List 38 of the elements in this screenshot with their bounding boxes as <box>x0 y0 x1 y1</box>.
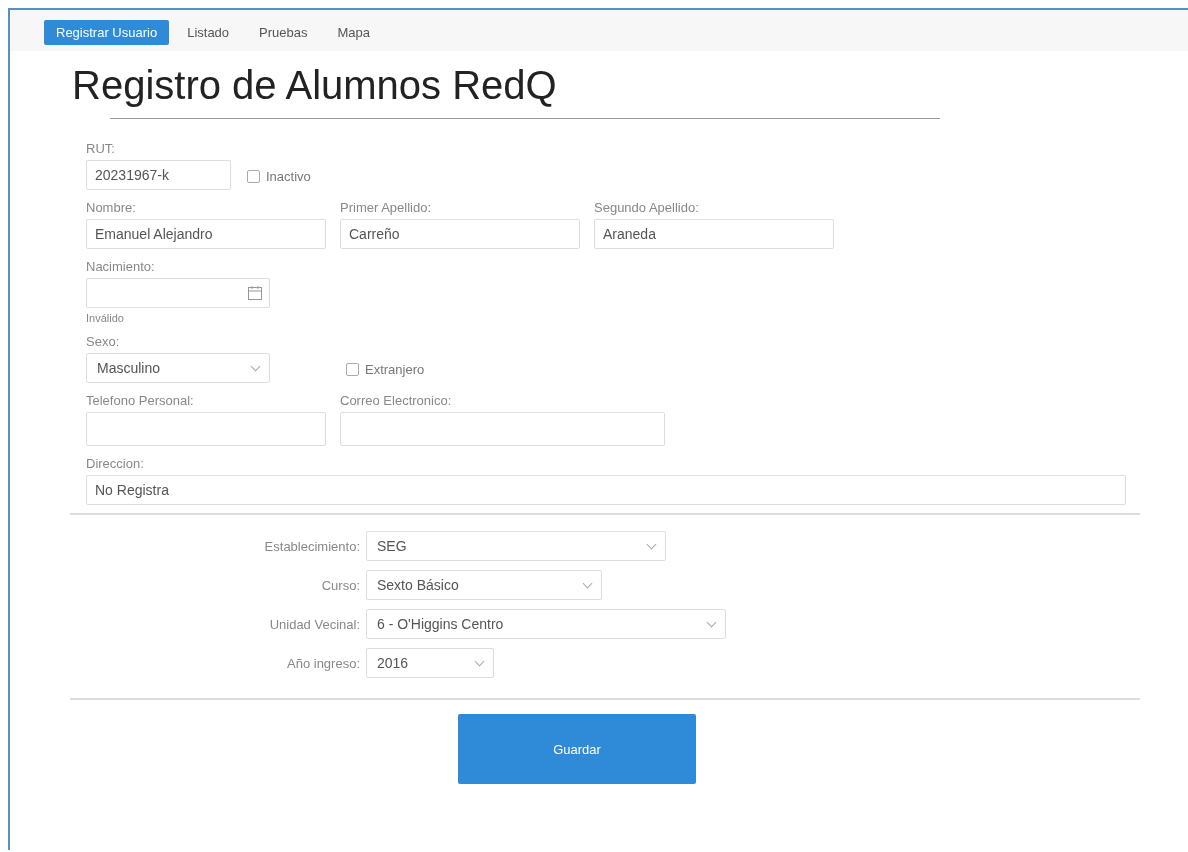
field-label: Primer Apellido: <box>340 200 433 215</box>
checkbox-label: Extranjero <box>365 362 425 377</box>
nav-tab[interactable]: Pruebas <box>247 20 320 45</box>
field-label: Direccion: <box>86 456 145 471</box>
field-label: Segundo Apellido: <box>594 200 700 215</box>
text-field[interactable]: Emanuel Alejandro <box>86 219 326 249</box>
checkbox-label: Inactivo <box>266 169 311 184</box>
field-label: RUT: <box>86 141 116 156</box>
sex-select[interactable]: Masculino <box>86 353 270 383</box>
nav-tab[interactable]: Mapa <box>325 20 383 45</box>
field-label: Telefono Personal: <box>86 393 195 408</box>
nav-tab[interactable]: Listado <box>175 20 242 45</box>
checkbox[interactable] <box>247 170 260 183</box>
date-field[interactable] <box>86 278 270 308</box>
field-label: Curso: <box>321 577 360 593</box>
address-field[interactable]: No Registra <box>86 475 1126 505</box>
nav-tab[interactable]: Registrar Usuario <box>44 20 170 45</box>
field-label: Nombre: <box>86 200 137 215</box>
field-label: Año ingreso: <box>287 655 360 671</box>
field-label: Unidad Vecinal: <box>269 616 360 632</box>
checkbox[interactable] <box>346 363 359 376</box>
text-field[interactable] <box>86 412 326 446</box>
dropdown[interactable]: SEG <box>366 531 666 561</box>
dropdown[interactable]: 2016 <box>366 648 494 678</box>
validation-message: Inválido <box>86 312 125 324</box>
page-title: Registro de Alumnos RedQ <box>72 63 558 108</box>
text-field[interactable]: Carreño <box>340 219 580 249</box>
calendar-icon[interactable] <box>247 285 263 301</box>
save-button[interactable]: Guardar <box>458 714 696 784</box>
field-label: Establecimiento: <box>264 538 360 554</box>
dropdown[interactable]: Sexto Básico <box>366 570 602 600</box>
text-field[interactable]: Araneda <box>594 219 834 249</box>
rut-field[interactable]: 20231967-k <box>86 160 231 190</box>
dropdown[interactable]: 6 - O'Higgins Centro <box>366 609 726 639</box>
text-field[interactable] <box>340 412 665 446</box>
field-label: Sexo: <box>86 334 121 349</box>
field-label: Nacimiento: <box>86 259 156 274</box>
field-label: Correo Electronico: <box>340 393 453 408</box>
